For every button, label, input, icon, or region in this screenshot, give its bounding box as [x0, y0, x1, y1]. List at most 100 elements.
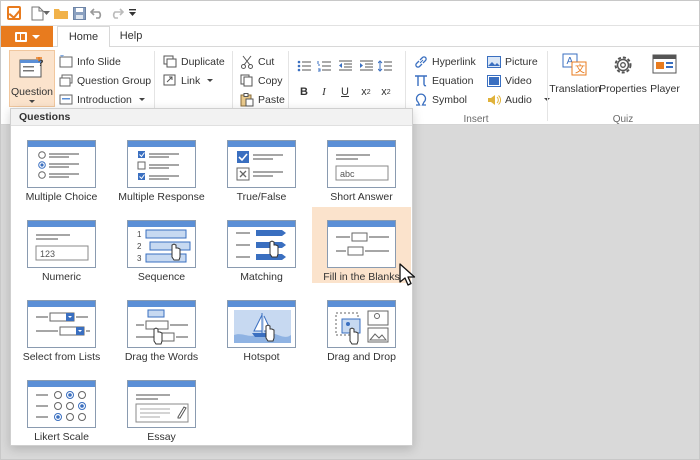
link-icon: [163, 74, 177, 88]
select-from-lists-icon: [27, 300, 96, 348]
short-answer-sample-text: abc: [340, 169, 355, 179]
question-type-likert-scale[interactable]: Likert Scale: [12, 367, 111, 443]
question-group-button[interactable]: Question Group: [59, 72, 151, 89]
save-icon[interactable]: [71, 5, 87, 21]
question-type-essay[interactable]: Essay: [112, 367, 211, 443]
link-label: Link: [181, 74, 201, 87]
hyperlink-button[interactable]: Hyperlink: [414, 53, 476, 70]
drag-and-drop-icon: [327, 300, 396, 348]
question-type-drag-the-words[interactable]: Drag the Words: [112, 287, 211, 363]
tab-help[interactable]: Help: [111, 26, 151, 48]
question-type-label: Matching: [240, 271, 283, 283]
questions-panel-title: Questions: [11, 109, 412, 126]
video-label: Video: [505, 74, 532, 87]
question-button-label: Question: [10, 86, 54, 98]
drag-the-words-icon: [127, 300, 196, 348]
numbered-list-icon[interactable]: [316, 58, 332, 74]
line-spacing-icon[interactable]: [377, 58, 393, 74]
app-logo-icon: [7, 6, 21, 20]
bold-button[interactable]: B: [296, 84, 312, 100]
hotspot-icon: [227, 300, 296, 348]
question-slide-icon: ?: [17, 53, 47, 83]
true-false-icon: [227, 140, 296, 188]
translation-button[interactable]: A文 Translation: [549, 50, 601, 95]
player-icon: [650, 50, 680, 80]
question-type-label: Short Answer: [330, 191, 393, 203]
undo-icon[interactable]: [89, 5, 105, 21]
paste-label: Paste: [258, 93, 285, 106]
link-button[interactable]: Link: [163, 72, 214, 89]
increase-indent-icon[interactable]: [358, 58, 374, 74]
new-dropdown-icon[interactable]: [42, 5, 50, 21]
question-type-matching[interactable]: Matching: [212, 207, 311, 283]
multiple-choice-icon: [27, 140, 96, 188]
question-type-multiple-choice[interactable]: Multiple Choice: [12, 127, 111, 203]
bullet-list-icon[interactable]: [296, 58, 312, 74]
tab-home[interactable]: Home: [57, 26, 110, 48]
group-label-insert: Insert: [463, 114, 489, 125]
essay-icon: [127, 380, 196, 428]
question-type-true-false[interactable]: True/False: [212, 127, 311, 203]
copy-label: Copy: [258, 74, 283, 87]
file-menu-button[interactable]: [1, 26, 53, 47]
short-answer-icon: abc: [327, 140, 396, 188]
superscript-button[interactable]: x2: [378, 84, 394, 100]
introduction-icon: [59, 93, 73, 107]
question-type-select-from-lists[interactable]: Select from Lists: [12, 287, 111, 363]
symbol-button[interactable]: Symbol: [414, 91, 467, 108]
open-folder-icon[interactable]: [53, 5, 69, 21]
introduction-button[interactable]: Introduction: [59, 91, 145, 108]
question-group-label: Question Group: [77, 74, 152, 87]
question-type-label: Multiple Response: [118, 191, 205, 203]
question-type-sequence[interactable]: 1 2 3 Sequence: [112, 207, 211, 283]
subscript-button[interactable]: x2: [358, 84, 374, 100]
paste-icon: [240, 92, 254, 107]
italic-button[interactable]: I: [316, 84, 332, 100]
cut-label: Cut: [258, 55, 275, 68]
paste-button[interactable]: Paste: [240, 91, 285, 108]
chevron-down-icon: [31, 34, 40, 39]
customize-toolbar-icon[interactable]: [127, 5, 137, 21]
redo-icon[interactable]: [109, 5, 125, 21]
info-slide-button[interactable]: Info Slide: [59, 53, 121, 70]
question-type-drag-and-drop[interactable]: Drag and Drop: [312, 287, 411, 363]
question-type-label: Likert Scale: [34, 431, 89, 443]
equation-button[interactable]: Equation: [414, 72, 473, 89]
question-type-label: Select from Lists: [22, 351, 101, 363]
question-type-label: Multiple Choice: [25, 191, 98, 203]
cut-button[interactable]: Cut: [240, 53, 274, 70]
question-type-label: Fill in the Blanks: [323, 271, 400, 283]
decrease-indent-icon[interactable]: [337, 58, 353, 74]
omega-icon: [414, 93, 428, 107]
question-button[interactable]: ? Question: [9, 50, 55, 107]
fill-in-the-blanks-icon: [327, 220, 396, 268]
chevron-down-icon: [207, 79, 214, 82]
questions-dropdown: Questions Multiple Choice Multiple Respo…: [10, 108, 413, 446]
question-type-multiple-response[interactable]: Multiple Response: [112, 127, 211, 203]
underline-button[interactable]: U: [337, 84, 353, 100]
video-button[interactable]: Video: [487, 72, 532, 89]
numeric-icon: 123: [27, 220, 96, 268]
introduction-label: Introduction: [77, 93, 132, 106]
symbol-label: Symbol: [432, 93, 468, 106]
quick-access-toolbar: [1, 1, 699, 26]
chevron-down-icon: [138, 98, 145, 101]
duplicate-button[interactable]: Duplicate: [163, 53, 225, 70]
question-type-numeric[interactable]: 123 Numeric: [12, 207, 111, 283]
file-menu-icon: [14, 31, 27, 42]
ribbon-tab-bar: Home Help: [1, 26, 699, 48]
question-type-fill-in-the-blanks[interactable]: Fill in the Blanks: [312, 207, 411, 283]
sequence-number-3: 3: [137, 254, 142, 263]
question-type-short-answer[interactable]: abc Short Answer: [312, 127, 411, 203]
audio-button[interactable]: Audio: [487, 91, 550, 108]
question-type-label: True/False: [236, 191, 287, 203]
question-type-label: Essay: [147, 431, 176, 443]
player-button[interactable]: Player: [647, 50, 683, 95]
chevron-down-icon: [29, 100, 35, 103]
properties-button[interactable]: Properties: [599, 50, 647, 95]
copy-icon: [240, 74, 254, 88]
ribbon-separator: [547, 51, 548, 121]
picture-button[interactable]: Picture: [487, 53, 538, 70]
question-type-hotspot[interactable]: Hotspot: [212, 287, 311, 363]
copy-button[interactable]: Copy: [240, 72, 283, 89]
